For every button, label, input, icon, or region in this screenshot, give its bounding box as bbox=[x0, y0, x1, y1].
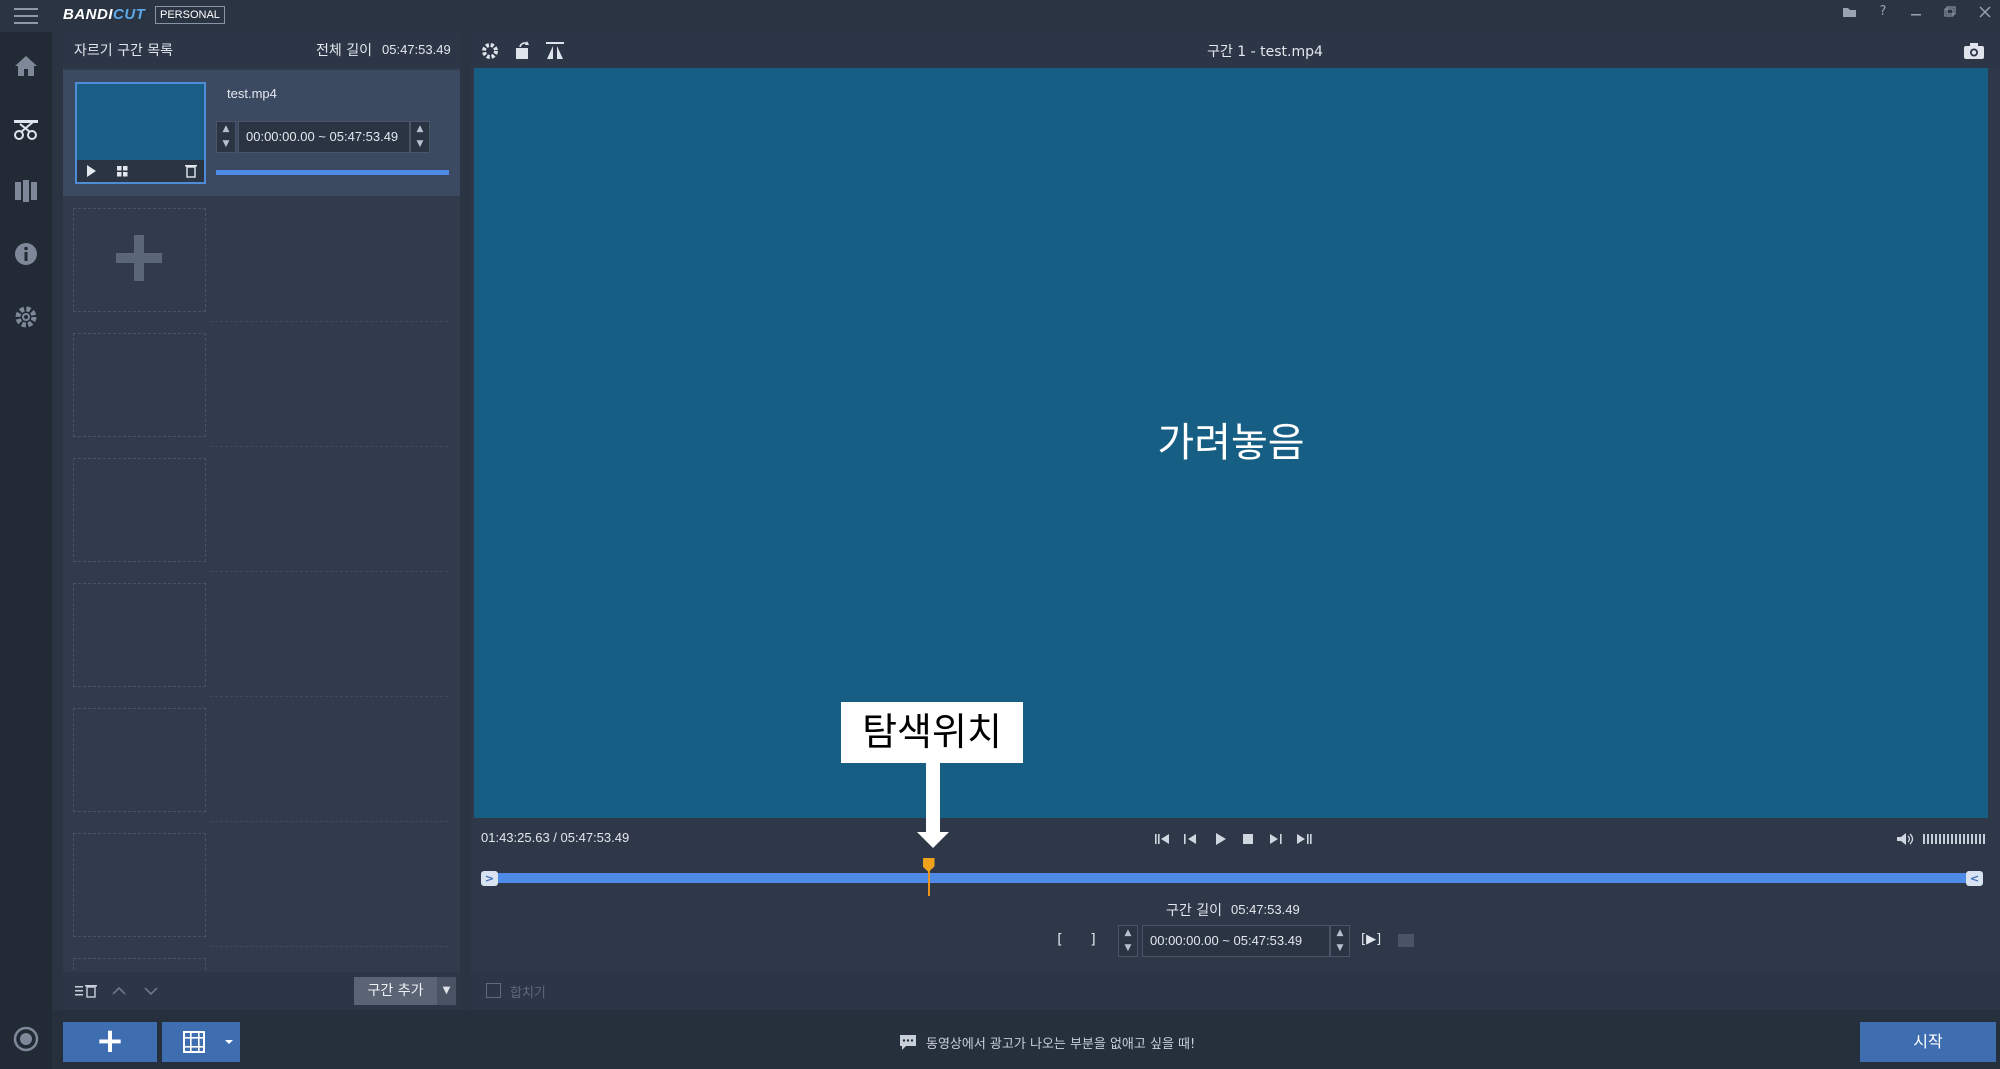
title-bar bbox=[0, 0, 2000, 32]
divider bbox=[210, 696, 448, 697]
segment-length-label: 구간 길이 bbox=[1166, 903, 1222, 919]
time-readout: 01:43:25.63 / 05:47:53.49 bbox=[481, 830, 630, 845]
record-icon[interactable] bbox=[12, 1025, 40, 1053]
jump-end-icon[interactable] bbox=[1294, 830, 1314, 848]
merge-label: 합치기 bbox=[510, 986, 546, 1001]
app-logo: BANDICUT bbox=[63, 6, 146, 23]
settings-icon[interactable] bbox=[12, 303, 40, 331]
move-down-icon[interactable] bbox=[142, 982, 160, 1000]
thumbnail-toolbar bbox=[77, 160, 204, 182]
segment-end-stepper[interactable]: ▲ ▼ bbox=[1330, 925, 1350, 957]
set-start-button[interactable]: [ bbox=[1052, 932, 1068, 950]
play-icon[interactable] bbox=[1210, 830, 1230, 848]
empty-slot bbox=[73, 458, 206, 562]
join-icon[interactable] bbox=[12, 177, 40, 205]
message-icon bbox=[898, 1033, 918, 1051]
total-length-label: 전체 길이 bbox=[316, 43, 372, 59]
start-time-stepper[interactable]: ▲ ▼ bbox=[216, 121, 236, 153]
timeline-track[interactable] bbox=[486, 873, 1976, 883]
clip-range-field[interactable]: 00:00:00.00 ~ 05:47:53.49 bbox=[238, 121, 410, 153]
play-icon bbox=[87, 165, 96, 177]
preview-title: 구간 1 - test.mp4 bbox=[1207, 44, 1323, 60]
seek-position-annotation: 탐색위치 bbox=[841, 702, 1023, 763]
cut-list-title: 자르기 구간 목록 bbox=[74, 43, 174, 59]
play-segment-button[interactable]: [▶] bbox=[1361, 932, 1381, 947]
empty-slot bbox=[73, 833, 206, 937]
start-button[interactable]: 시작 bbox=[1860, 1022, 1996, 1062]
help-icon[interactable]: ? bbox=[1870, 2, 1896, 22]
info-icon[interactable] bbox=[12, 240, 40, 268]
hidden-content-label: 가려놓음 bbox=[1157, 420, 1305, 466]
segment-range-field[interactable]: 00:00:00.00 ~ 05:47:53.49 bbox=[1142, 925, 1330, 957]
next-frame-icon[interactable] bbox=[1266, 830, 1286, 848]
annotation-arrow bbox=[926, 763, 940, 833]
camera-icon[interactable] bbox=[1962, 40, 1986, 62]
close-icon[interactable] bbox=[1972, 2, 1998, 22]
move-up-icon[interactable] bbox=[110, 982, 128, 1000]
empty-slot bbox=[73, 708, 206, 812]
tip-text: 동영상에서 광고가 나오는 부분을 없애고 싶을 때! bbox=[926, 1037, 1196, 1052]
cut-icon[interactable] bbox=[12, 114, 40, 142]
merge-checkbox[interactable] bbox=[486, 983, 501, 998]
empty-slot bbox=[73, 583, 206, 687]
edition-badge: PERSONAL bbox=[155, 6, 225, 24]
timeline-start-handle[interactable]: > bbox=[481, 871, 498, 886]
menu-icon[interactable] bbox=[14, 4, 40, 28]
cut-mode-button[interactable] bbox=[162, 1022, 240, 1062]
merge-row bbox=[471, 972, 2000, 1010]
plus-icon[interactable] bbox=[114, 233, 164, 283]
divider bbox=[210, 946, 448, 947]
clip-filename: test.mp4 bbox=[227, 86, 277, 101]
segment-length-value: 05:47:53.49 bbox=[1231, 902, 1300, 917]
timeline-end-handle[interactable]: < bbox=[1966, 871, 1983, 886]
divider bbox=[210, 571, 448, 572]
delete-all-icon[interactable] bbox=[74, 982, 98, 1000]
volume-slider[interactable] bbox=[1923, 834, 1986, 844]
annotation-arrow-head bbox=[917, 832, 949, 848]
volume-icon[interactable] bbox=[1895, 830, 1915, 848]
empty-slot bbox=[73, 958, 206, 970]
stop-icon[interactable] bbox=[1238, 830, 1258, 848]
set-end-button[interactable]: ] bbox=[1085, 932, 1101, 950]
minimize-icon[interactable] bbox=[1903, 2, 1929, 22]
clip-progress-bar bbox=[216, 170, 449, 175]
flip-icon[interactable] bbox=[544, 40, 566, 62]
end-time-stepper[interactable]: ▲ ▼ bbox=[410, 121, 430, 153]
folder-icon[interactable] bbox=[1836, 2, 1862, 22]
divider bbox=[210, 821, 448, 822]
rotate-icon[interactable] bbox=[511, 40, 533, 62]
divider bbox=[210, 321, 448, 322]
prev-frame-icon[interactable] bbox=[1180, 830, 1200, 848]
total-length-value: 05:47:53.49 bbox=[382, 42, 451, 57]
add-file-button[interactable]: + bbox=[63, 1022, 157, 1062]
divider bbox=[210, 446, 448, 447]
add-section-button[interactable]: 구간 추가 bbox=[354, 977, 437, 1005]
chevron-down-icon[interactable]: ▼ bbox=[437, 977, 456, 1005]
empty-slot bbox=[73, 333, 206, 437]
gear-icon[interactable] bbox=[479, 40, 501, 62]
home-icon[interactable] bbox=[12, 52, 40, 80]
segment-start-stepper[interactable]: ▲ ▼ bbox=[1118, 925, 1138, 957]
segment-option-icon[interactable] bbox=[1398, 934, 1414, 947]
jump-start-icon[interactable] bbox=[1152, 830, 1172, 848]
restore-icon[interactable] bbox=[1936, 2, 1962, 22]
